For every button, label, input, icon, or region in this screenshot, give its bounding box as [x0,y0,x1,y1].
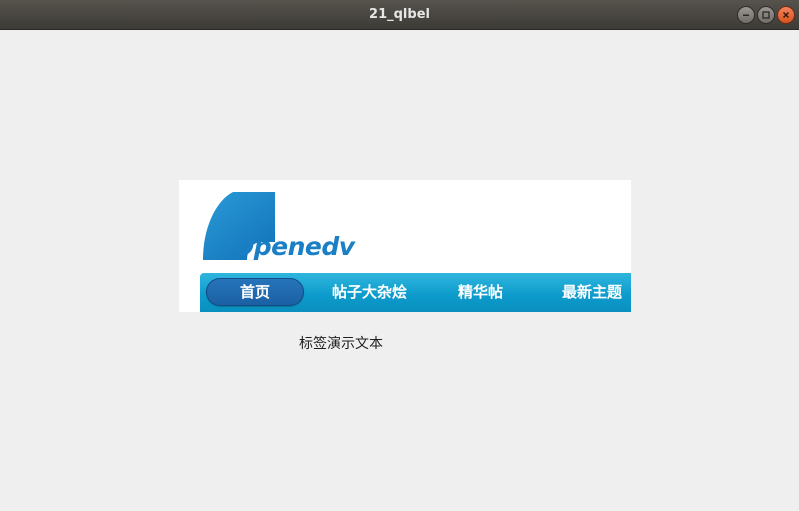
application-window: 21_qlbel Openedv 首页 帖子大杂烩 精华帖 最新主题 标签演示文… [0,0,799,511]
maximize-icon [761,10,771,20]
minimize-button[interactable] [737,6,755,24]
close-icon [781,10,791,20]
maximize-button[interactable] [757,6,775,24]
nav-item-posts: 帖子大杂烩 [332,283,408,301]
minimize-icon [741,10,751,20]
nav-item-home: 首页 [206,278,304,306]
close-button[interactable] [777,6,795,24]
window-title: 21_qlbel [369,7,430,22]
logo-wordmark: Openedv [233,232,355,261]
banner-image-label: Openedv 首页 帖子大杂烩 精华帖 最新主题 [179,180,631,312]
nav-item-featured: 精华帖 [458,283,504,301]
title-bar[interactable]: 21_qlbel [0,0,799,30]
nav-bar: 首页 帖子大杂烩 精华帖 最新主题 [200,273,631,312]
nav-item-latest: 最新主题 [562,283,623,301]
text-label: 标签演示文本 [299,336,383,352]
